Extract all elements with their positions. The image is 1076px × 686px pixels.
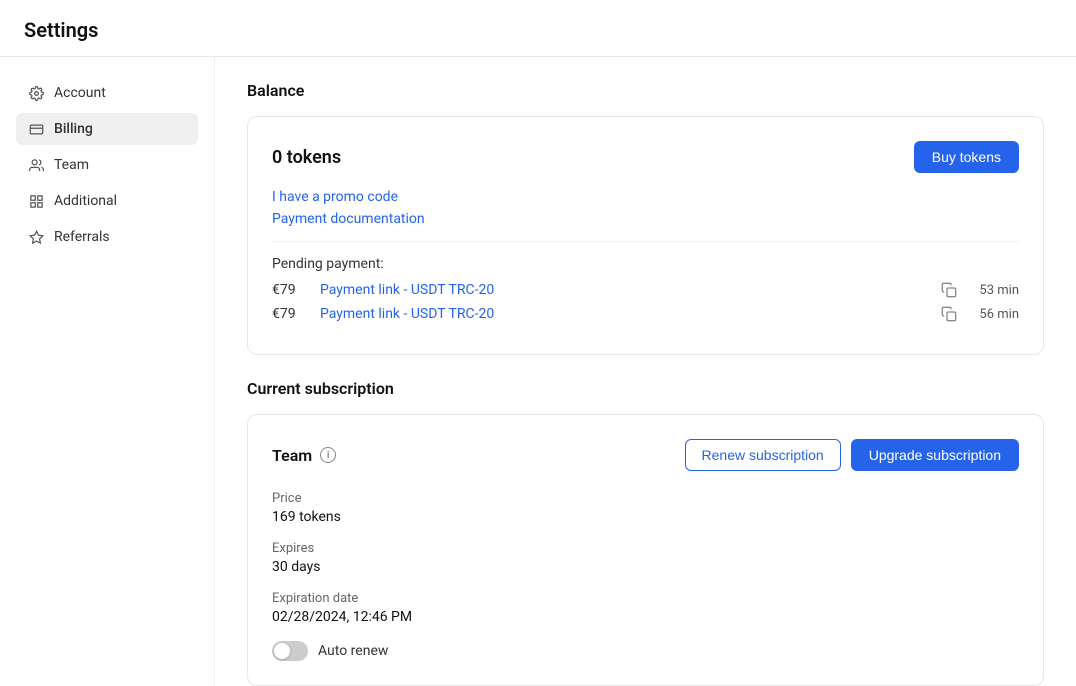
- expiration-date-value: 02/28/2024, 12:46 PM: [272, 609, 1019, 625]
- auto-renew-toggle[interactable]: [272, 641, 308, 661]
- sidebar-item-additional[interactable]: Additional: [16, 185, 198, 217]
- expires-field: Expires 30 days: [272, 541, 1019, 575]
- payment-amount-1: €79: [272, 282, 308, 298]
- billing-icon: [28, 121, 44, 137]
- auto-renew-row: Auto renew: [272, 641, 1019, 661]
- copy-icon-2[interactable]: [941, 306, 957, 322]
- sidebar-item-additional-label: Additional: [54, 193, 117, 209]
- expires-label: Expires: [272, 541, 1019, 556]
- expiration-date-field: Expiration date 02/28/2024, 12:46 PM: [272, 591, 1019, 625]
- toggle-knob: [274, 643, 290, 659]
- subscription-title: Team i: [272, 446, 336, 465]
- top-bar: Settings: [0, 0, 1076, 57]
- info-icon[interactable]: i: [320, 447, 336, 463]
- additional-icon: [28, 193, 44, 209]
- gear-icon: [28, 85, 44, 101]
- sidebar-item-billing[interactable]: Billing: [16, 113, 198, 145]
- payment-time-2: 56 min: [969, 307, 1019, 322]
- subscription-actions: Renew subscription Upgrade subscription: [685, 439, 1019, 471]
- team-icon: [28, 157, 44, 173]
- balance-divider: [272, 241, 1019, 242]
- subscription-header: Team i Renew subscription Upgrade subscr…: [272, 439, 1019, 471]
- sidebar-item-team-label: Team: [54, 157, 89, 173]
- sidebar-item-referrals[interactable]: Referrals: [16, 221, 198, 253]
- payment-row-1: €79 Payment link - USDT TRC-20 53 min: [272, 282, 1019, 298]
- payment-link-2[interactable]: Payment link - USDT TRC-20: [320, 306, 929, 322]
- page-title: Settings: [24, 18, 1052, 42]
- pending-label: Pending payment:: [272, 256, 1019, 272]
- sidebar-item-referrals-label: Referrals: [54, 229, 110, 245]
- sidebar-item-account-label: Account: [54, 85, 106, 101]
- payment-docs-link[interactable]: Payment documentation: [272, 211, 1019, 227]
- sidebar-item-team[interactable]: Team: [16, 149, 198, 181]
- balance-section-title: Balance: [247, 81, 1044, 100]
- copy-icon-1[interactable]: [941, 282, 957, 298]
- price-value: 169 tokens: [272, 509, 1019, 525]
- auto-renew-label: Auto renew: [318, 643, 388, 659]
- payment-link-1[interactable]: Payment link - USDT TRC-20: [320, 282, 929, 298]
- main-layout: Account Billing Team: [0, 57, 1076, 686]
- balance-amount: 0 tokens: [272, 147, 341, 168]
- buy-tokens-button[interactable]: Buy tokens: [914, 141, 1019, 173]
- payment-row-2: €79 Payment link - USDT TRC-20 56 min: [272, 306, 1019, 322]
- app-container: Settings Account Billing: [0, 0, 1076, 686]
- price-field: Price 169 tokens: [272, 491, 1019, 525]
- expires-value: 30 days: [272, 559, 1019, 575]
- subscription-card: Team i Renew subscription Upgrade subscr…: [247, 414, 1044, 686]
- price-label: Price: [272, 491, 1019, 506]
- plan-name: Team: [272, 446, 312, 465]
- promo-code-link[interactable]: I have a promo code: [272, 189, 1019, 205]
- payment-amount-2: €79: [272, 306, 308, 322]
- sidebar-item-billing-label: Billing: [54, 121, 93, 137]
- main-content: Balance 0 tokens Buy tokens I have a pro…: [215, 57, 1076, 686]
- payment-time-1: 53 min: [969, 283, 1019, 298]
- star-icon: [28, 229, 44, 245]
- balance-card: 0 tokens Buy tokens I have a promo code …: [247, 116, 1044, 355]
- sidebar: Account Billing Team: [0, 57, 215, 686]
- expiration-date-label: Expiration date: [272, 591, 1019, 606]
- balance-header: 0 tokens Buy tokens: [272, 141, 1019, 173]
- upgrade-subscription-button[interactable]: Upgrade subscription: [851, 439, 1019, 471]
- subscription-section-title: Current subscription: [247, 379, 1044, 398]
- renew-subscription-button[interactable]: Renew subscription: [685, 439, 841, 471]
- sidebar-item-account[interactable]: Account: [16, 77, 198, 109]
